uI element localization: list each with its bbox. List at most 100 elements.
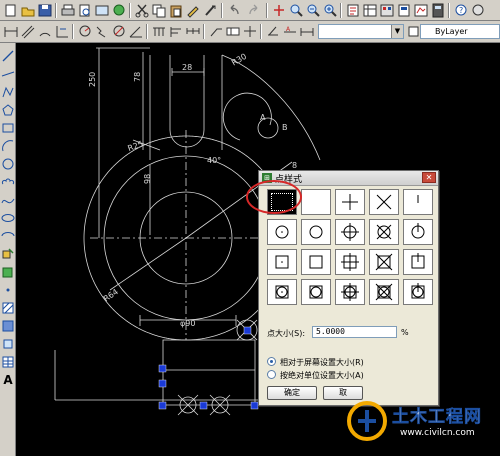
undo-icon[interactable] [226,3,242,18]
point-style-tick[interactable] [403,189,433,215]
leader-icon[interactable] [208,24,224,39]
zoom-window-icon[interactable] [305,3,321,18]
block-editor-icon[interactable] [202,3,218,18]
radio-relative-label[interactable]: 相对于屏幕设置大小(R) [280,357,364,368]
point-style-square-tick[interactable] [403,249,433,275]
aligned-dimension-icon[interactable] [20,24,36,39]
grip-4[interactable] [199,401,208,410]
paste-icon[interactable] [168,3,184,18]
linear-dimension-icon[interactable] [3,24,19,39]
insert-block-icon[interactable] [1,247,15,261]
construction-line-icon[interactable] [1,67,15,81]
dimension-text-edit-icon[interactable]: A [282,24,298,39]
ordinate-dimension-icon[interactable] [54,24,70,39]
sheet-set-icon[interactable] [396,3,412,18]
radio-relative-to-screen[interactable] [267,357,276,366]
point-style-circle-square-plus[interactable] [335,279,365,305]
point-style-circle-square[interactable] [301,279,331,305]
point-size-input[interactable]: 5.0000 [312,326,397,338]
point-style-circle[interactable] [301,219,331,245]
grip-1[interactable] [158,364,167,373]
point-style-none[interactable] [301,189,331,215]
quick-dimension-icon[interactable] [151,24,167,39]
design-center-icon[interactable] [362,3,378,18]
dim-90-label: φ90 [180,319,195,328]
rectangle-icon[interactable] [1,121,15,135]
pan-icon[interactable] [271,3,287,18]
copy-icon[interactable] [151,3,167,18]
grip-5[interactable] [243,326,252,335]
circle-icon[interactable] [1,157,15,171]
linetype-select[interactable]: ByLayer [420,24,500,39]
point-style-circle-plus[interactable] [335,219,365,245]
point-style-circle-x[interactable] [369,219,399,245]
point-style-plus[interactable] [335,189,365,215]
baseline-dimension-icon[interactable] [168,24,184,39]
publish-icon[interactable] [94,3,110,18]
diameter-dimension-icon[interactable] [111,24,127,39]
point-style-circle-square-tick[interactable] [403,279,433,305]
match-properties-icon[interactable] [185,3,201,18]
stop-icon[interactable] [470,3,486,18]
dimension-edit-icon[interactable] [265,24,281,39]
point-style-x[interactable] [369,189,399,215]
radius-dimension-icon[interactable] [77,24,93,39]
region-icon[interactable] [1,337,15,351]
spline-icon[interactable] [1,193,15,207]
arc-length-icon[interactable] [37,24,53,39]
arc-icon[interactable] [1,139,15,153]
point-style-circle-tick[interactable] [403,219,433,245]
save-icon[interactable] [37,3,53,18]
grip-3[interactable] [158,401,167,410]
hatch-icon[interactable] [1,301,15,315]
table-icon[interactable] [1,355,15,369]
calculator-icon[interactable] [430,3,446,18]
cut-icon[interactable] [134,3,150,18]
dim-98-label: 98 [143,174,152,184]
point-style-square[interactable] [301,249,331,275]
chevron-down-icon[interactable]: ▼ [391,25,403,38]
radio-absolute-units[interactable] [267,370,276,379]
ellipse-arc-icon[interactable] [1,229,15,243]
redo-icon[interactable] [246,3,262,18]
point-style-circle-square-dot[interactable] [267,279,297,305]
center-mark-icon[interactable] [242,24,258,39]
dimension-style-select[interactable]: ▼ [318,24,404,39]
dimension-update-icon[interactable] [299,24,315,39]
line-icon[interactable] [1,49,15,63]
properties-icon[interactable] [345,3,361,18]
tolerance-icon[interactable] [225,24,241,39]
point-icon[interactable] [1,283,15,297]
point-style-circle-square-x[interactable] [369,279,399,305]
zoom-realtime-icon[interactable] [288,3,304,18]
gradient-icon[interactable] [1,319,15,333]
angular-dimension-icon[interactable] [128,24,144,39]
ellipse-icon[interactable] [1,211,15,225]
point-style-square-x[interactable] [369,249,399,275]
tool-palettes-icon[interactable] [379,3,395,18]
print-icon[interactable] [60,3,76,18]
watermark: 土木工程网 www.civilcn.com [344,394,500,456]
jogged-dimension-icon[interactable] [94,24,110,39]
zoom-previous-icon[interactable] [322,3,338,18]
point-style-circle-dot[interactable] [267,219,297,245]
ok-button[interactable]: 确定 [267,386,317,400]
help-icon[interactable]: ? [453,3,469,18]
plot-icon[interactable] [111,3,127,18]
multiline-text-icon[interactable]: A [1,373,15,387]
grip-2[interactable] [158,379,167,388]
point-style-square-plus[interactable] [335,249,365,275]
continue-dimension-icon[interactable] [185,24,201,39]
print-preview-icon[interactable] [77,3,93,18]
open-icon[interactable] [20,3,36,18]
markup-icon[interactable] [413,3,429,18]
grip-6[interactable] [250,401,259,410]
revision-cloud-icon[interactable] [1,175,15,189]
close-button[interactable]: ✕ [422,172,436,183]
radio-absolute-label[interactable]: 按绝对单位设置大小(A) [280,370,364,381]
point-style-square-dot[interactable] [267,249,297,275]
new-icon[interactable] [3,3,19,18]
polygon-icon[interactable] [1,103,15,117]
make-block-icon[interactable] [1,265,15,279]
polyline-icon[interactable] [1,85,15,99]
